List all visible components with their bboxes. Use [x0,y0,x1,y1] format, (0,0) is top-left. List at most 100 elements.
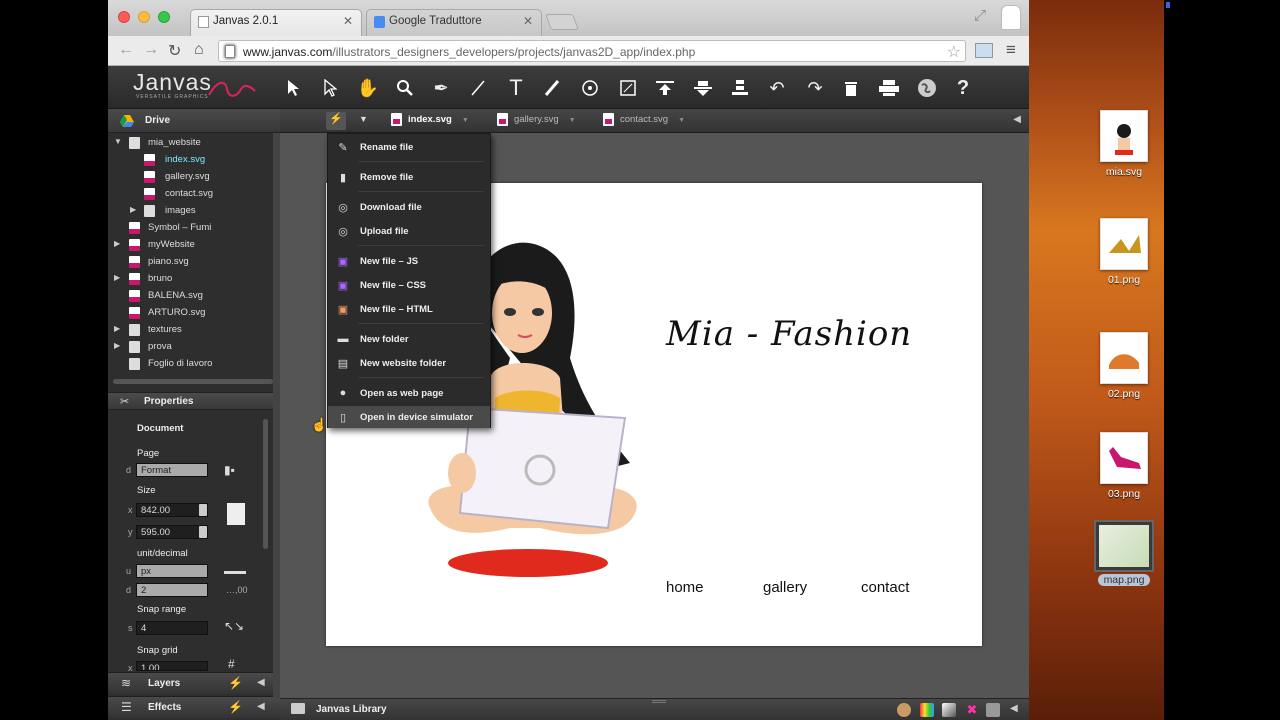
nav-home[interactable]: home [666,579,704,596]
align-middle-icon[interactable] [690,75,716,101]
menu-item-new-folder[interactable]: ▬ New folder [328,328,490,350]
menu-item-new-css[interactable]: ▣ New file – CSS [328,274,490,296]
tree-horizontal-scrollbar[interactable] [113,379,273,384]
browser-menu-icon[interactable]: ≡ [1006,40,1016,60]
align-bottom-icon[interactable] [727,75,753,101]
address-bar[interactable]: www.janvas.com/illustrators_designers_de… [218,40,966,62]
desktop-file-01-png[interactable]: 01.png [1088,218,1160,286]
file-tab-dropdown-icon[interactable]: ▼ [678,117,685,124]
effects-settings-icon[interactable]: ⚡ [228,700,243,714]
close-tab-icon[interactable]: ✕ [343,14,353,28]
height-input[interactable]: 595.00 [136,525,208,539]
menu-item-rename-file[interactable]: ✎ Rename file [328,136,490,158]
width-stepper[interactable] [199,504,207,516]
decimal-select[interactable]: 2 [136,583,208,597]
brush-icon[interactable] [539,75,565,101]
brand-title[interactable]: Mia - Fashion [666,314,912,354]
layers-panel-bar[interactable]: ≋ Layers ⚡ ◀ [108,672,280,694]
layers-settings-icon[interactable]: ⚡ [228,676,243,690]
bookmark-star-icon[interactable]: ☆ [947,42,961,62]
effects-panel-bar[interactable]: ☰ Effects ⚡ ◀ [108,696,280,718]
collapse-right-panel-icon[interactable]: ◀ [1013,114,1021,125]
drive-actions-button[interactable]: ⚡ [326,112,346,130]
nav-gallery[interactable]: gallery [763,579,807,596]
direct-select-icon[interactable] [317,75,343,101]
desktop-file-map-png[interactable]: map.png [1088,520,1160,586]
pen-icon[interactable]: ✒ [428,75,454,101]
close-tab-icon[interactable]: ✕ [523,14,533,28]
desktop-file-mia-svg[interactable]: mia.svg [1088,110,1160,178]
color-swatch-icon[interactable] [920,703,934,717]
text-icon[interactable]: T [503,75,529,101]
page-format-select[interactable]: Format [136,463,208,477]
palette-icon[interactable] [897,703,911,717]
align-top-icon[interactable] [652,75,678,101]
browser-tab-translate[interactable]: Google Traduttore ✕ [366,9,542,36]
menu-item-new-html[interactable]: ▣ New file – HTML [328,298,490,320]
maximize-window-icon[interactable] [158,11,170,23]
collapsed-arrow-icon[interactable]: ▶ [114,273,124,282]
browser-tab-janvas[interactable]: Janvas 2.0.1 ✕ [190,9,362,36]
menu-item-download-file[interactable]: ◎ Download file [328,196,490,218]
menu-item-upload-file[interactable]: ◎ Upload file [328,220,490,242]
snap-range-input[interactable]: 4 [136,621,208,635]
file-tab-dropdown-icon[interactable]: ▼ [462,117,469,124]
collapsed-arrow-icon[interactable]: ▶ [130,205,140,214]
hand-icon[interactable]: ✋ [355,75,381,101]
width-input[interactable]: 842.00 [136,503,208,517]
back-icon[interactable]: ← [118,41,134,59]
collapse-left-icon[interactable]: ◀ [257,677,265,688]
nav-contact[interactable]: contact [861,579,909,596]
collapsed-arrow-icon[interactable]: ▶ [114,324,124,333]
zoom-icon[interactable] [392,75,418,101]
properties-scrollbar[interactable] [263,419,268,549]
library-label[interactable]: Janvas Library [316,704,387,715]
print-icon[interactable] [876,75,902,101]
file-tab-dropdown-icon[interactable]: ▼ [569,117,576,124]
collapse-left-icon[interactable]: ◀ [257,701,265,712]
expanded-arrow-icon[interactable]: ▼ [114,137,124,146]
file-tab-gallery[interactable]: gallery.svg ▼ [497,113,576,126]
home-icon[interactable]: ⌂ [194,41,204,59]
file-tab-contact[interactable]: contact.svg ▼ [603,113,685,126]
help-icon[interactable]: ? [950,75,976,101]
collapse-right-icon[interactable]: ◀ [1010,703,1018,714]
page-orientation-icon[interactable]: ▮▪ [224,463,235,477]
menu-item-new-website-folder[interactable]: ▤ New website folder [328,352,490,374]
line-icon[interactable] [465,75,491,101]
new-tab-button[interactable] [545,14,579,30]
profile-icon[interactable] [1001,5,1021,30]
image-frame-icon[interactable] [615,75,641,101]
menu-item-open-device-simulator[interactable]: ▯ Open in device simulator [328,406,490,428]
select-arrow-icon[interactable] [280,75,306,101]
minimize-window-icon[interactable] [138,11,150,23]
desktop-file-03-png[interactable]: 03.png [1088,432,1160,500]
collapsed-arrow-icon[interactable]: ▶ [114,239,124,248]
sidebar-splitter[interactable] [273,133,280,698]
drive-menu-dropdown-icon[interactable]: ▼ [359,114,368,124]
collapsed-arrow-icon[interactable]: ▶ [114,341,124,350]
layers-label: Layers [148,678,181,689]
undo-icon[interactable]: ↶ [764,75,790,101]
unit-select[interactable]: px [136,564,208,578]
extension-icon[interactable] [975,43,993,58]
desktop-file-02-png[interactable]: 02.png [1088,332,1160,400]
fullscreen-icon[interactable]: ⤢ [974,7,986,24]
reload-icon[interactable]: ↻ [168,41,181,61]
redo-icon[interactable]: ↷ [802,75,828,101]
trash-icon[interactable] [838,75,864,101]
menu-item-new-js[interactable]: ▣ New file – JS [328,250,490,272]
pattern-icon[interactable] [986,703,1000,717]
globe-icon[interactable] [914,75,940,101]
snap-grid-input[interactable]: 1.00 [136,661,208,671]
menu-item-remove-file[interactable]: ▮ Remove file [328,166,490,188]
circle-target-icon[interactable] [577,75,603,101]
height-stepper[interactable] [199,526,207,538]
transform-icon[interactable]: ✖ [965,703,979,717]
file-tab-index[interactable]: index.svg ▼ [391,113,469,126]
forward-icon[interactable]: → [143,41,159,59]
resize-grip[interactable] [652,700,666,703]
menu-item-open-web-page[interactable]: ● Open as web page [328,382,490,404]
gradient-icon[interactable] [942,703,956,717]
close-window-icon[interactable] [118,11,130,23]
